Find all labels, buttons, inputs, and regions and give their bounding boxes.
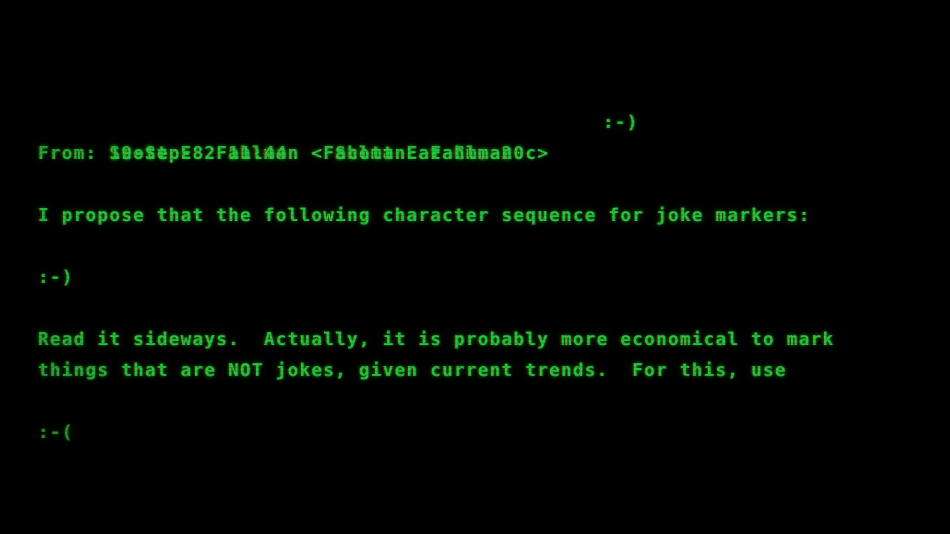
body-line-not-jokes: things that are NOT jokes, given current… (38, 361, 787, 381)
not-joke-marker-emoticon: :-( (38, 423, 74, 443)
header-smiley-marker: :-) (603, 113, 639, 133)
body-line-proposal: I propose that the following character s… (38, 206, 811, 226)
joke-marker-emoticon: :-) (38, 268, 74, 288)
message-text: 19-Sep-82 11:44 Scott E Fahlman :-) From… (38, 108, 918, 449)
terminal-screen: 19-Sep-82 11:44 Scott E Fahlman :-) From… (0, 0, 950, 534)
message-header-line: 19-Sep-82 11:44 Scott E Fahlman :-) (38, 108, 918, 164)
body-line-sideways: Read it sideways. Actually, it is probab… (38, 330, 835, 350)
header-timestamp-and-sender: 19-Sep-82 11:44 Scott E Fahlman (109, 144, 514, 164)
